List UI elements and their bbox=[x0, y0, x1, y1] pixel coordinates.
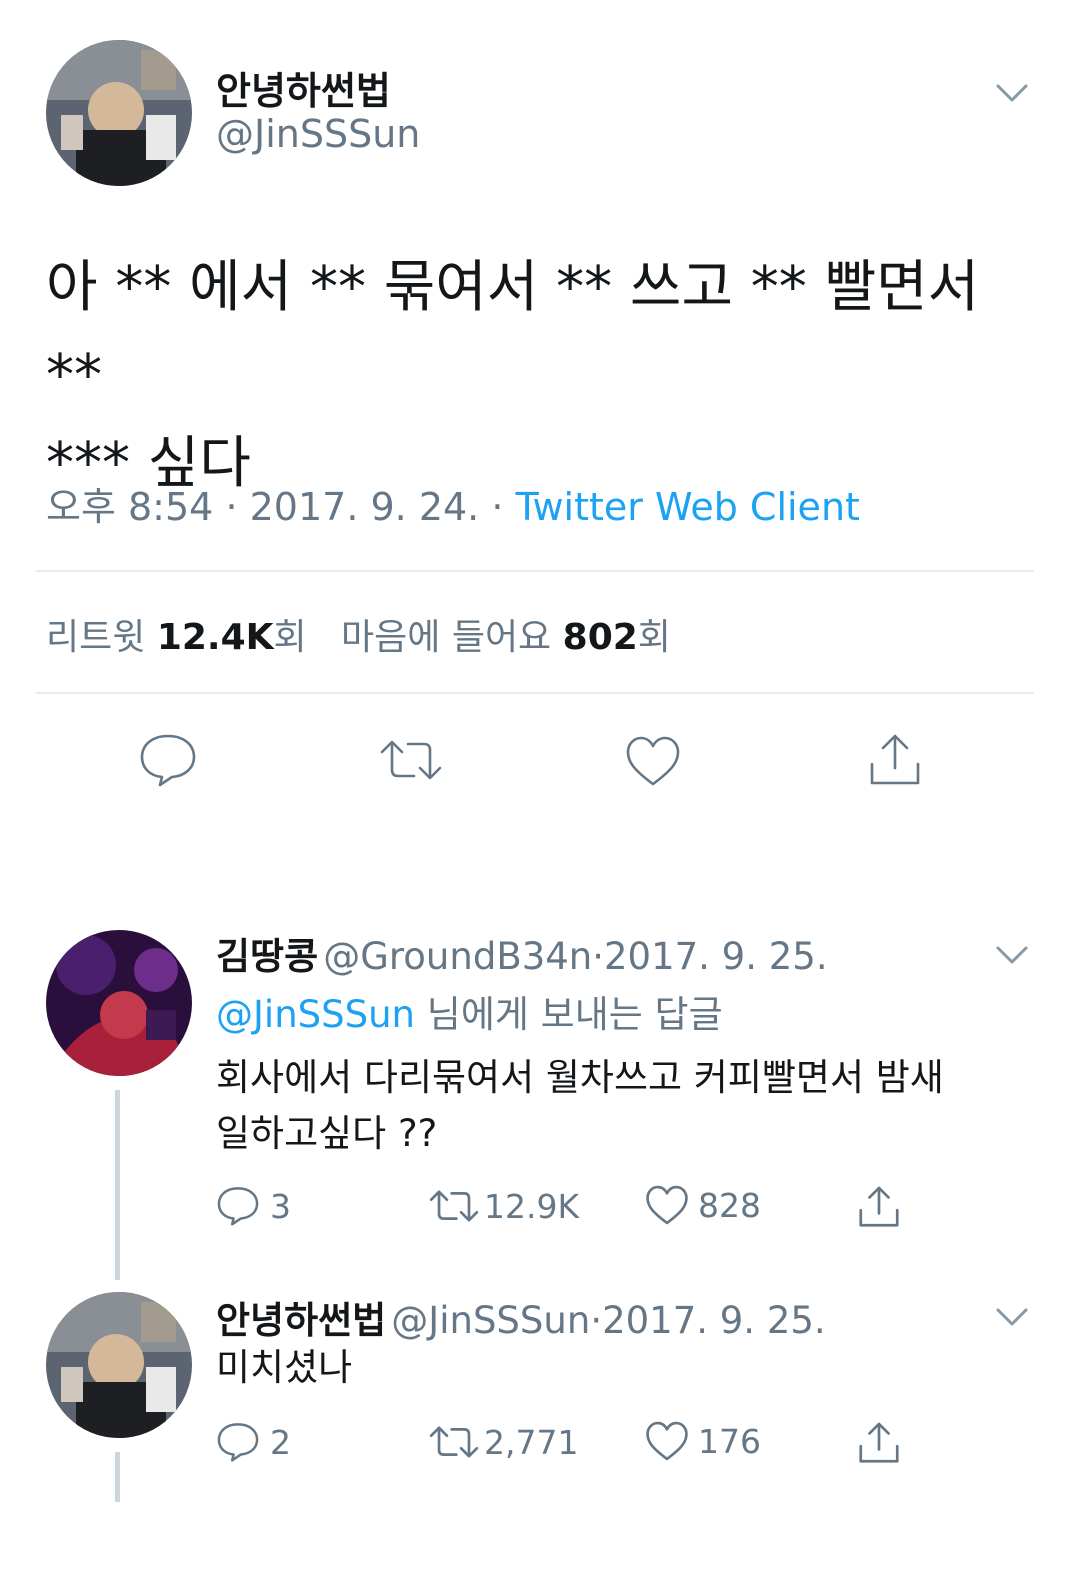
reply-icon[interactable] bbox=[216, 1420, 260, 1464]
share-icon[interactable] bbox=[856, 1184, 902, 1230]
count-suffix: 회 bbox=[273, 617, 307, 658]
like-action[interactable]: 828 bbox=[644, 1184, 761, 1226]
chevron-down-icon[interactable] bbox=[992, 940, 1032, 970]
retweet-icon[interactable] bbox=[428, 1422, 480, 1462]
separator: · bbox=[491, 485, 504, 529]
share-icon[interactable] bbox=[856, 1420, 902, 1466]
user-handle[interactable]: @JinSSSun bbox=[391, 1299, 590, 1342]
tweet-text: 아 ** 에서 ** 묶여서 ** 쓰고 ** 빨면서 ** *** 싶다 bbox=[46, 244, 1046, 508]
tweet-text-line: 아 ** 에서 ** 묶여서 ** 쓰고 ** 빨면서 ** bbox=[46, 255, 980, 408]
reply-action[interactable]: 3 bbox=[216, 1184, 291, 1228]
thread-line bbox=[115, 1452, 120, 1502]
retweets-label: 리트윗 bbox=[46, 617, 146, 658]
likes-label: 마음에 들어요 bbox=[341, 617, 552, 658]
likes-stat[interactable]: 마음에 들어요 802회 bbox=[341, 617, 671, 658]
divider bbox=[36, 570, 1034, 572]
reply-date[interactable]: 2017. 9. 25. bbox=[602, 1299, 826, 1342]
avatar[interactable] bbox=[46, 40, 192, 186]
reply-count: 3 bbox=[270, 1186, 291, 1226]
reply-text-line: 미치셨나 bbox=[216, 1346, 353, 1389]
reply-text-line: 회사에서 다리묶여서 월차쓰고 커피빨면서 밤새 bbox=[216, 1056, 944, 1099]
avatar[interactable] bbox=[46, 1292, 192, 1438]
chevron-down-icon[interactable] bbox=[992, 1302, 1032, 1332]
like-action[interactable]: 176 bbox=[644, 1420, 761, 1462]
user-handle[interactable]: @GroundB34n bbox=[323, 935, 592, 978]
like-icon[interactable] bbox=[624, 734, 682, 788]
replying-to-label: 님에게 보내는 답글 bbox=[426, 993, 723, 1036]
reply-date[interactable]: 2017. 9. 25. bbox=[604, 935, 828, 978]
separator: · bbox=[225, 485, 238, 529]
retweet-action[interactable]: 12.9K bbox=[428, 1186, 579, 1226]
retweet-action[interactable]: 2,771 bbox=[428, 1422, 578, 1462]
like-count: 176 bbox=[698, 1421, 761, 1461]
tweet-stats: 리트윗 12.4K회 마음에 들어요 802회 bbox=[46, 608, 671, 660]
reply-count: 2 bbox=[270, 1422, 291, 1462]
like-icon[interactable] bbox=[644, 1420, 690, 1462]
retweet-icon[interactable] bbox=[378, 736, 444, 784]
tweet-timestamp: 오후 8:54 · 2017. 9. 24. · Twitter Web Cli… bbox=[46, 476, 860, 531]
retweets-stat[interactable]: 리트윗 12.4K회 bbox=[46, 617, 318, 658]
separator: · bbox=[592, 935, 604, 978]
user-handle[interactable]: @JinSSSun bbox=[216, 112, 420, 156]
count-suffix: 회 bbox=[637, 617, 671, 658]
thread-line bbox=[115, 1090, 120, 1280]
likes-count: 802 bbox=[562, 617, 638, 658]
like-count: 828 bbox=[698, 1185, 761, 1225]
retweets-count: 12.4K bbox=[156, 617, 274, 658]
replying-to: @JinSSSun 님에게 보내는 답글 bbox=[216, 984, 723, 1038]
reply-header: 김땅콩 @GroundB34n·2017. 9. 25. bbox=[216, 926, 828, 980]
reply-header: 안녕하썬법 @JinSSSun·2017. 9. 25. bbox=[216, 1290, 826, 1344]
retweet-count: 12.9K bbox=[484, 1186, 580, 1226]
display-name[interactable]: 안녕하썬법 bbox=[216, 1299, 386, 1342]
reply-text: 회사에서 다리묶여서 월차쓰고 커피빨면서 밤새 일하고싶다 ?? bbox=[216, 1050, 1056, 1162]
share-icon[interactable] bbox=[866, 732, 924, 788]
reply-action[interactable]: 2 bbox=[216, 1420, 291, 1464]
separator: · bbox=[590, 1299, 603, 1342]
reply-icon[interactable] bbox=[138, 732, 198, 788]
display-name[interactable]: 안녕하썬법 bbox=[216, 60, 391, 115]
avatar[interactable] bbox=[46, 930, 192, 1076]
divider bbox=[36, 692, 1034, 694]
tweet-date[interactable]: 2017. 9. 24. bbox=[250, 485, 480, 529]
retweet-count: 2,771 bbox=[484, 1422, 579, 1462]
display-name[interactable]: 김땅콩 bbox=[216, 935, 318, 978]
retweet-icon[interactable] bbox=[428, 1186, 480, 1226]
like-icon[interactable] bbox=[644, 1184, 690, 1226]
reply-icon[interactable] bbox=[216, 1184, 260, 1228]
replying-to-handle[interactable]: @JinSSSun bbox=[216, 993, 415, 1036]
tweet-time[interactable]: 오후 8:54 bbox=[46, 485, 213, 529]
chevron-down-icon[interactable] bbox=[992, 78, 1032, 108]
reply-text: 미치셨나 bbox=[216, 1340, 352, 1396]
tweet-client-link[interactable]: Twitter Web Client bbox=[516, 485, 860, 529]
reply-text-line: 일하고싶다 ?? bbox=[216, 1112, 438, 1155]
